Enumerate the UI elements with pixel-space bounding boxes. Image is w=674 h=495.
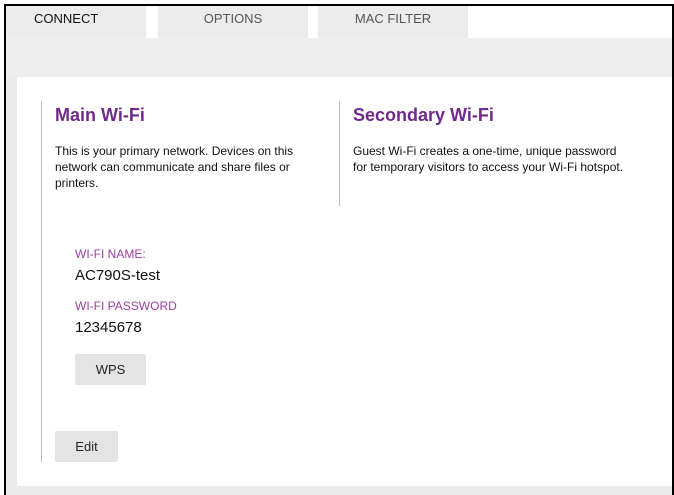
wps-button[interactable]: WPS	[75, 354, 146, 385]
secondary-wifi-description: Guest Wi-Fi creates a one-time, unique p…	[353, 144, 624, 174]
main-wifi-title: Main Wi-Fi	[55, 105, 145, 125]
tab-bar: CONNECT OPTIONS MAC FILTER	[6, 6, 674, 38]
main-wifi-description: This is your primary network. Devices on…	[55, 144, 294, 190]
secondary-wifi-section: Secondary Wi-Fi Guest Wi-Fi creates a on…	[339, 101, 640, 206]
wifi-name-value: AC790S-test	[75, 267, 161, 284]
wifi-password-value: 12345678	[75, 319, 142, 336]
content-panel: Main Wi-Fi This is your primary network.…	[17, 77, 672, 486]
wifi-name-label: WI-FI NAME:	[75, 247, 146, 261]
sub-header-bar	[6, 38, 674, 76]
secondary-wifi-title: Secondary Wi-Fi	[353, 105, 494, 125]
tab-connect[interactable]: CONNECT	[6, 6, 146, 38]
tab-mac-filter-label: MAC FILTER	[354, 11, 432, 26]
wifi-password-label: WI-FI PASSWORD	[75, 299, 177, 313]
tab-mac-filter[interactable]: MAC FILTER	[318, 6, 468, 38]
tab-connect-label: CONNECT	[34, 11, 99, 26]
tab-options-label: OPTIONS	[203, 11, 263, 26]
edit-button[interactable]: Edit	[55, 431, 118, 462]
tab-options[interactable]: OPTIONS	[158, 6, 308, 38]
